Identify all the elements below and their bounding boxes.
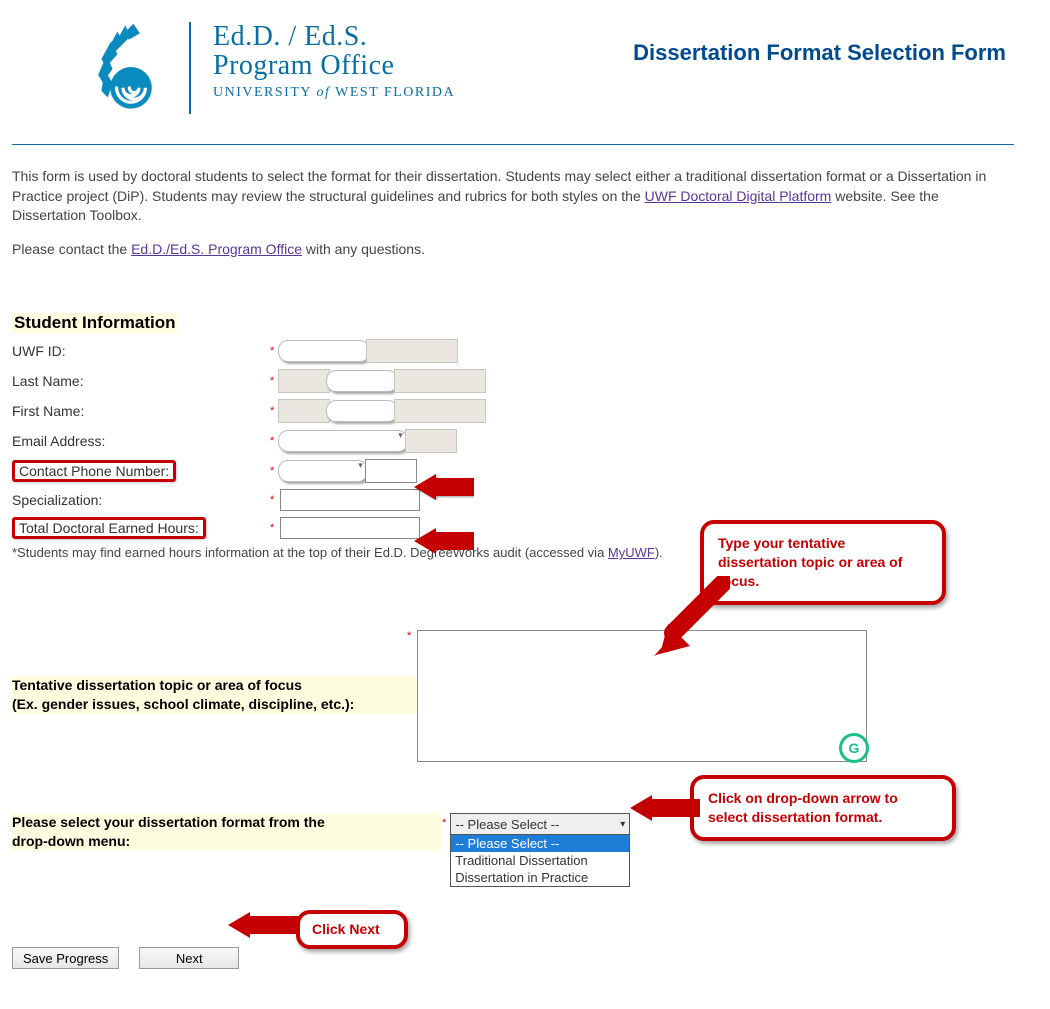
required-icon: * (270, 375, 274, 387)
required-icon: * (270, 494, 274, 506)
phone-highlight: Contact Phone Number: (12, 460, 176, 482)
row-specialization: Specialization: * (12, 489, 1014, 511)
intro-p2a: Please contact the (12, 241, 131, 257)
logo-block: Ed.D. / Ed.S. Program Office UNIVERSITY … (12, 12, 455, 114)
format-label: Please select your dissertation format f… (12, 813, 442, 851)
email-input[interactable] (278, 430, 408, 452)
footnote-b: ). (655, 545, 663, 560)
label-specialization: Specialization: (12, 492, 270, 508)
first-name-input[interactable] (326, 400, 398, 422)
link-doctoral-platform[interactable]: UWF Doctoral Digital Platform (645, 188, 832, 204)
required-icon: * (270, 435, 274, 447)
label-hours: Total Doctoral Earned Hours: (19, 520, 199, 536)
dropdown-list: -- Please Select -- Traditional Disserta… (450, 835, 630, 887)
label-uwf-id: UWF ID: (12, 343, 270, 359)
uwf-id-extra (366, 339, 458, 363)
label-email: Email Address: (12, 433, 270, 449)
dropdown-option-0[interactable]: -- Please Select -- (451, 835, 629, 852)
dropdown-selected-text: -- Please Select -- (455, 817, 559, 832)
dropdown-option-2[interactable]: Dissertation in Practice (451, 869, 629, 886)
callout-format: Click on drop-down arrow to select disse… (690, 775, 956, 841)
label-first-name: First Name: (12, 403, 270, 419)
last-name-input[interactable] (326, 370, 398, 392)
page-title: Dissertation Format Selection Form (633, 12, 1014, 66)
footnote-a: *Students may find earned hours informat… (12, 545, 608, 560)
first-name-extra (394, 399, 486, 423)
label-last-name: Last Name: (12, 373, 270, 389)
callout-topic: Type your tentative dissertation topic o… (700, 520, 946, 605)
row-email: Email Address: * ▾ (12, 429, 1014, 453)
univ-post: WEST FLORIDA (330, 85, 455, 100)
last-name-prefix (278, 369, 330, 393)
label-phone-wrap: Contact Phone Number: (12, 460, 270, 482)
email-extra (405, 429, 457, 453)
first-name-prefix (278, 399, 330, 423)
univ-of: of (316, 85, 330, 100)
divider (12, 144, 1014, 145)
callout-next: Click Next (296, 910, 408, 949)
save-progress-button[interactable]: Save Progress (12, 947, 119, 969)
univ-pre: UNIVERSITY (213, 85, 316, 100)
phone-input[interactable] (278, 460, 368, 482)
topic-label-2: (Ex. gender issues, school climate, disc… (12, 696, 354, 712)
button-row: Save Progress Next (12, 947, 1014, 969)
required-icon: * (270, 345, 274, 357)
topic-area: Tentative dissertation topic or area of … (12, 630, 1014, 765)
caret-icon: ▾ (398, 430, 403, 441)
format-dropdown[interactable]: -- Please Select -- ▾ -- Please Select -… (450, 813, 630, 887)
arrow-icon (228, 912, 298, 938)
row-uwf-id: UWF ID: * (12, 339, 1014, 363)
chevron-down-icon: ▾ (620, 819, 625, 830)
required-icon: * (270, 465, 274, 477)
hours-input[interactable] (280, 517, 420, 539)
label-phone: Contact Phone Number: (19, 463, 169, 479)
specialization-input[interactable] (280, 489, 420, 511)
topic-label-1: Tentative dissertation topic or area of … (12, 677, 302, 693)
required-icon: * (270, 405, 274, 417)
required-icon: * (407, 630, 411, 642)
logo-separator (189, 22, 191, 114)
logo-university: UNIVERSITY of WEST FLORIDA (213, 85, 455, 101)
section-student-info: Student Information (12, 313, 177, 333)
phone-extra (365, 459, 417, 483)
intro-text: This form is used by doctoral students t… (12, 167, 1014, 259)
logo-line-1: Ed.D. / Ed.S. (213, 22, 455, 51)
nautilus-icon (87, 22, 167, 112)
row-last-name: Last Name: * (12, 369, 1014, 393)
header: Ed.D. / Ed.S. Program Office UNIVERSITY … (12, 12, 1014, 114)
format-label-2: drop-down menu: (12, 833, 130, 849)
intro-p2b: with any questions. (302, 241, 425, 257)
topic-textarea[interactable] (417, 630, 867, 762)
label-hours-wrap: Total Doctoral Earned Hours: (12, 517, 270, 539)
uwf-id-input[interactable] (278, 340, 370, 362)
hours-highlight: Total Doctoral Earned Hours: (12, 517, 206, 539)
format-label-1: Please select your dissertation format f… (12, 814, 325, 830)
caret-icon: ▾ (358, 460, 363, 471)
row-phone: Contact Phone Number: * ▾ (12, 459, 1014, 483)
logo-text: Ed.D. / Ed.S. Program Office UNIVERSITY … (209, 22, 455, 101)
topic-label: Tentative dissertation topic or area of … (12, 676, 417, 714)
required-icon: * (270, 522, 274, 534)
last-name-extra (394, 369, 486, 393)
required-icon: * (442, 817, 446, 887)
dropdown-option-1[interactable]: Traditional Dissertation (451, 852, 629, 869)
link-myuwf[interactable]: MyUWF (608, 545, 655, 560)
link-program-office[interactable]: Ed.D./Ed.S. Program Office (131, 241, 302, 257)
row-first-name: First Name: * (12, 399, 1014, 423)
logo-line-2: Program Office (213, 51, 455, 80)
dropdown-selected[interactable]: -- Please Select -- ▾ (450, 813, 630, 835)
next-button[interactable]: Next (139, 947, 239, 969)
